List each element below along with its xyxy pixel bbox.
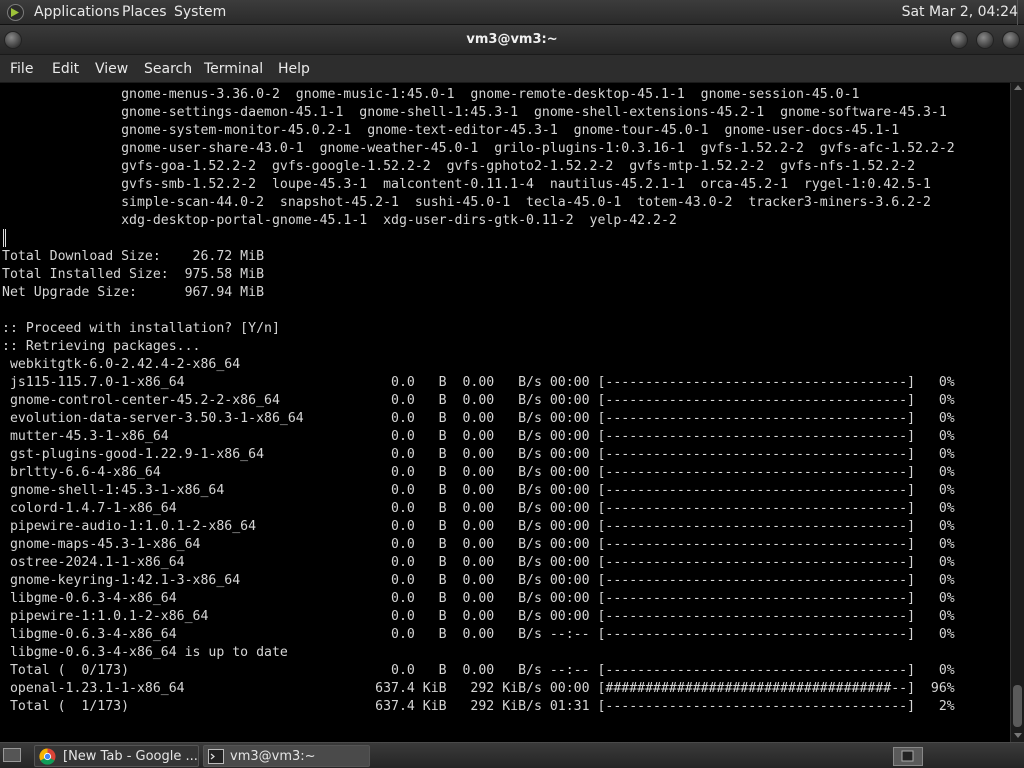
terminal-line: Total ( 0/173) 0.0 B 0.00 B/s --:-- [---… bbox=[2, 663, 955, 678]
terminal-text: gnome-menus-3.36.0-2 gnome-music-1:45.0-… bbox=[2, 86, 955, 716]
terminal-line: evolution-data-server-3.50.3-1-x86_64 0.… bbox=[2, 411, 955, 426]
applications-menu[interactable]: Applications bbox=[34, 4, 120, 20]
menu-view[interactable]: View bbox=[95, 61, 128, 77]
taskbar-item-terminal[interactable]: vm3@vm3:~ bbox=[203, 745, 370, 767]
taskbar-item-chrome[interactable]: [New Tab - Google ... bbox=[34, 745, 199, 767]
terminal-menubar: File Edit View Search Terminal Help bbox=[0, 55, 1024, 83]
window-titlebar[interactable]: vm3@vm3:~ bbox=[0, 25, 1024, 55]
scroll-up-arrow-icon[interactable] bbox=[1014, 85, 1022, 90]
terminal-output[interactable]: gnome-menus-3.36.0-2 gnome-music-1:45.0-… bbox=[0, 83, 1010, 742]
terminal-line: openal-1.23.1-1-x86_64 637.4 KiB 292 KiB… bbox=[2, 681, 955, 696]
terminal-line: webkitgtk-6.0-2.42.4-2-x86_64 bbox=[2, 357, 241, 372]
terminal-line: pipewire-1:1.0.1-2-x86_64 0.0 B 0.00 B/s… bbox=[2, 609, 955, 624]
terminal-line: Total ( 1/173) 637.4 KiB 292 KiB/s 01:31… bbox=[2, 699, 955, 714]
terminal-line: js115-115.7.0-1-x86_64 0.0 B 0.00 B/s 00… bbox=[2, 375, 955, 390]
system-menu[interactable]: System bbox=[174, 4, 226, 20]
terminal-line: simple-scan-44.0-2 snapshot-45.2-1 sushi… bbox=[2, 195, 931, 210]
terminal-line: colord-1.4.7-1-x86_64 0.0 B 0.00 B/s 00:… bbox=[2, 501, 955, 516]
terminal-line: :: Proceed with installation? [Y/n] bbox=[2, 321, 280, 336]
places-menu[interactable]: Places bbox=[122, 4, 167, 20]
terminal-line: gvfs-goa-1.52.2-2 gvfs-google-1.52.2-2 g… bbox=[2, 159, 916, 174]
maximize-button[interactable] bbox=[976, 31, 994, 49]
terminal-line: libgme-0.6.3-4-x86_64 0.0 B 0.00 B/s 00:… bbox=[2, 591, 955, 606]
terminal-line: mutter-45.3-1-x86_64 0.0 B 0.00 B/s 00:0… bbox=[2, 429, 955, 444]
taskbar-item-label: vm3@vm3:~ bbox=[230, 749, 316, 764]
terminal-line: gnome-settings-daemon-45.1-1 gnome-shell… bbox=[2, 105, 947, 120]
menu-help[interactable]: Help bbox=[278, 61, 310, 77]
terminal-line: Net Upgrade Size: 967.94 MiB bbox=[2, 285, 265, 300]
terminal-scrollbar[interactable] bbox=[1010, 83, 1024, 742]
terminal-line: gnome-control-center-45.2-2-x86_64 0.0 B… bbox=[2, 393, 955, 408]
menu-search[interactable]: Search bbox=[144, 61, 192, 77]
chrome-icon bbox=[39, 748, 56, 765]
terminal-line: xdg-desktop-portal-gnome-45.1-1 xdg-user… bbox=[2, 213, 677, 228]
terminal-line: Total Download Size: 26.72 MiB bbox=[2, 249, 265, 264]
close-button[interactable] bbox=[1002, 31, 1020, 49]
terminal-line: :: Retrieving packages... bbox=[2, 339, 201, 354]
menu-edit[interactable]: Edit bbox=[52, 61, 79, 77]
terminal-line: gst-plugins-good-1.22.9-1-x86_64 0.0 B 0… bbox=[2, 447, 955, 462]
terminal-line: libgme-0.6.3-4-x86_64 is up to date bbox=[2, 645, 288, 660]
terminal-line: gnome-system-monitor-45.0.2-1 gnome-text… bbox=[2, 123, 900, 138]
top-panel: Applications Places System Sat Mar 2, 04… bbox=[0, 0, 1024, 25]
terminal-line: gnome-keyring-1:42.1-3-x86_64 0.0 B 0.00… bbox=[2, 573, 955, 588]
distro-logo-icon[interactable] bbox=[6, 3, 25, 22]
terminal-line: gnome-user-share-43.0-1 gnome-weather-45… bbox=[2, 141, 955, 156]
terminal-line: pipewire-audio-1:1.0.1-2-x86_64 0.0 B 0.… bbox=[2, 519, 955, 534]
terminal-line: gnome-shell-1:45.3-1-x86_64 0.0 B 0.00 B… bbox=[2, 483, 955, 498]
terminal-line: ostree-2024.1-1-x86_64 0.0 B 0.00 B/s 00… bbox=[2, 555, 955, 570]
scrollbar-thumb[interactable] bbox=[1013, 685, 1022, 727]
terminal-line: gnome-menus-3.36.0-2 gnome-music-1:45.0-… bbox=[2, 87, 860, 102]
workspace-switcher-icon[interactable] bbox=[893, 747, 923, 766]
menu-terminal[interactable]: Terminal bbox=[204, 61, 263, 77]
terminal-line: brltty-6.6-4-x86_64 0.0 B 0.00 B/s 00:00… bbox=[2, 465, 955, 480]
clock[interactable]: Sat Mar 2, 04:24 bbox=[902, 4, 1018, 20]
window-title: vm3@vm3:~ bbox=[466, 32, 558, 47]
show-desktop-icon[interactable] bbox=[3, 748, 21, 762]
terminal-line: gvfs-smb-1.52.2-2 loupe-45.3-1 malconten… bbox=[2, 177, 931, 192]
terminal-line: Total Installed Size: 975.58 MiB bbox=[2, 267, 265, 282]
menu-file[interactable]: File bbox=[10, 61, 33, 77]
minimize-button[interactable] bbox=[950, 31, 968, 49]
terminal-icon bbox=[208, 749, 224, 764]
clock-area[interactable]: Sat Mar 2, 04:24 bbox=[902, 0, 1024, 25]
bottom-taskbar: [New Tab - Google ... vm3@vm3:~ bbox=[0, 742, 1024, 768]
terminal-line: gnome-maps-45.3-1-x86_64 0.0 B 0.00 B/s … bbox=[2, 537, 955, 552]
scroll-down-arrow-icon[interactable] bbox=[1014, 733, 1022, 738]
terminal-line: libgme-0.6.3-4-x86_64 0.0 B 0.00 B/s --:… bbox=[2, 627, 955, 642]
mouse-ibeam-cursor bbox=[3, 229, 6, 247]
taskbar-item-label: [New Tab - Google ... bbox=[63, 749, 198, 764]
